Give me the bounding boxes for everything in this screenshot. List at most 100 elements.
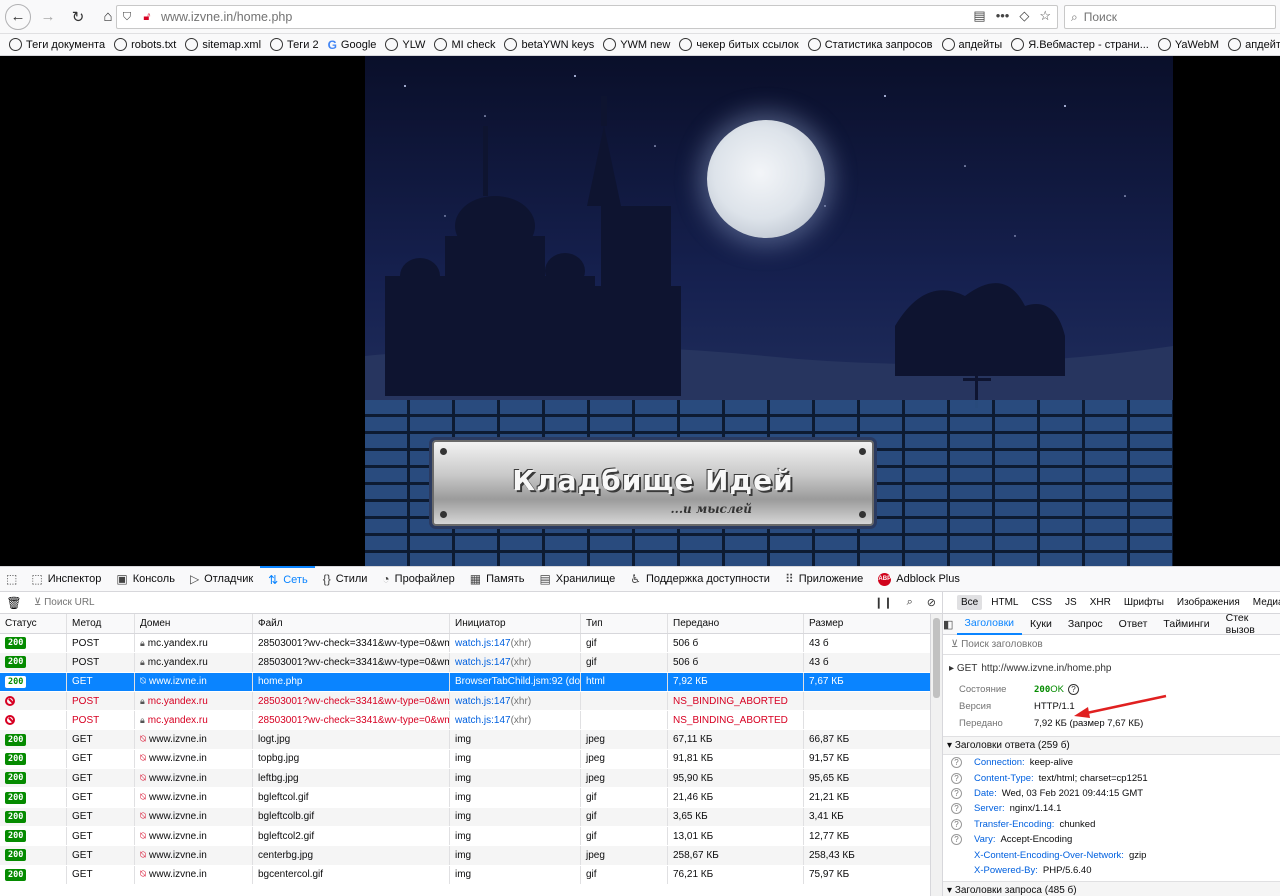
request-row[interactable]: POST 🔒︎ mc.yandex.ru 28503001?wv-check=3341… (0, 691, 930, 712)
type-filter-button[interactable]: Медиа (1249, 595, 1280, 610)
request-row[interactable]: 200 GET ⍉ www.izvne.in logt.jpg img jpeg 67,11 … (0, 730, 930, 750)
pocket-icon[interactable]: ◇ (1019, 8, 1029, 24)
bookmark-item[interactable]: чекер битых ссылок (679, 38, 799, 51)
details-tab[interactable]: Стек вызов (1218, 612, 1280, 636)
request-headers-section[interactable]: ▾ Заголовки запроса (485 б) (943, 881, 1280, 896)
initiator-link[interactable]: img (455, 869, 471, 880)
url-text[interactable]: www.izvne.in/home.php (161, 10, 292, 24)
request-row[interactable]: 200 GET ⍉ www.izvne.in bgleftcolb.gif img gif 3… (0, 807, 930, 827)
request-row[interactable]: 200 GET ⍉ www.izvne.in centerbg.jpg img jpeg 25… (0, 846, 930, 866)
type-filter-button[interactable]: JS (1061, 595, 1081, 610)
initiator-link[interactable]: img (455, 850, 471, 861)
initiator-link[interactable]: BrowserTabChild.jsm:92 (do... (455, 676, 580, 687)
insecure-lock-icon[interactable]: 🔓︎ (137, 11, 157, 24)
request-row[interactable]: 200 POST 🔒︎ mc.yandex.ru 28503001?wv-check=3… (0, 634, 930, 654)
column-header[interactable]: Передано (668, 614, 804, 633)
devtools-tab[interactable]: ▤ Хранилище (531, 566, 622, 592)
devtools-tab[interactable]: ▣ Консоль (108, 566, 182, 592)
bookmark-star-icon[interactable]: ☆ (1039, 8, 1051, 24)
header-filter-input[interactable]: ⊻ Поиск заголовков (943, 635, 1280, 655)
pause-icon[interactable]: ❙❙ (874, 596, 892, 609)
filter-url-input[interactable]: ⊻ Поиск URL (34, 597, 95, 608)
request-row[interactable]: 200 POST 🔒︎ mc.yandex.ru 28503001?wv-check=3… (0, 653, 930, 673)
bookmark-item[interactable]: Статистика запросов (807, 38, 933, 51)
help-icon[interactable]: ? (951, 818, 962, 830)
response-header-row[interactable]: ? Server: nginx/1.14.1 (943, 801, 1280, 816)
initiator-link[interactable]: img (455, 753, 471, 764)
toggle-panel-icon[interactable]: ◧ (943, 614, 957, 635)
column-header[interactable]: Домен (135, 614, 253, 633)
details-tab[interactable]: Заголовки (956, 614, 1023, 635)
request-line[interactable]: ▸ GET http://www.izvne.in/home.php (943, 655, 1280, 681)
bookmark-item[interactable]: MI check (434, 38, 495, 51)
bookmark-item[interactable]: sitemap.xml (185, 38, 261, 51)
devtools-tab[interactable]: {} Стили (315, 566, 375, 592)
request-row[interactable]: 200 GET ⍉ www.izvne.in topbg.jpg img jpeg 91,81… (0, 749, 930, 770)
initiator-link[interactable]: img (455, 811, 471, 822)
type-filter-button[interactable]: HTML (987, 595, 1022, 610)
bookmark-item[interactable]: YLW (385, 38, 425, 51)
column-header[interactable]: Тип (581, 614, 668, 633)
site-logo-plaque[interactable]: Кладбище Идей ...и мыслей (432, 440, 874, 526)
request-row[interactable]: 200 GET ⍉ www.izvne.in leftbg.jpg img jpeg 95,9… (0, 769, 930, 789)
details-tab[interactable]: Куки (1022, 614, 1060, 635)
bookmark-item[interactable]: апдейты 2 (1228, 38, 1280, 51)
devtools-tab[interactable]: ⇅ Сеть (260, 566, 315, 592)
devtools-tab[interactable]: ♿︎ Поддержка доступности (622, 566, 777, 592)
request-row[interactable]: 200 GET ⍉ www.izvne.in bgleftcol2.gif img gif 1… (0, 826, 930, 847)
block-icon[interactable]: ⊘ (927, 596, 936, 609)
request-table-scrollbar[interactable] (930, 614, 942, 896)
reload-button[interactable]: ↻ (65, 4, 91, 30)
response-header-row[interactable]: ? Connection: keep-alive (943, 755, 1280, 770)
response-header-row[interactable]: ? Vary: Accept-Encoding (943, 832, 1280, 847)
request-row[interactable]: POST 🔒︎ mc.yandex.ru 28503001?wv-check=3341… (0, 711, 930, 731)
bookmark-item[interactable]: robots.txt (114, 38, 176, 51)
devtools-tab[interactable]: ▦ Память (462, 566, 532, 592)
type-filter-button[interactable]: CSS (1027, 595, 1056, 610)
response-header-row[interactable]: X-Content-Encoding-Over-Network: gzip (943, 847, 1280, 862)
bookmark-item[interactable]: Теги 2 (270, 38, 319, 51)
trash-icon[interactable]: 🗑︎ (0, 596, 28, 610)
shield-icon[interactable]: ⛉ (117, 11, 137, 24)
bookmark-item[interactable]: YWM new (603, 38, 670, 51)
help-icon[interactable]: ? (951, 787, 962, 799)
initiator-link[interactable]: watch.js:147 (455, 715, 511, 726)
forward-button[interactable]: → (35, 4, 61, 30)
bookmark-item[interactable]: G Google (328, 38, 377, 52)
details-tab[interactable]: Ответ (1111, 614, 1156, 635)
initiator-link[interactable]: img (455, 831, 471, 842)
help-icon[interactable]: ? (951, 834, 962, 846)
request-row[interactable]: 200 GET ⍉ www.izvne.in home.php BrowserTabChi… (0, 672, 930, 692)
search-bar[interactable]: ⌕ Поиск (1064, 5, 1276, 29)
initiator-link[interactable]: watch.js:147 (455, 638, 511, 649)
request-row[interactable]: 200 GET ⍉ www.izvne.in bgleftcol.gif img gif 21… (0, 788, 930, 808)
devtools-tab[interactable]: ⬚ Инспектор (23, 566, 108, 592)
bookmark-item[interactable]: Я.Вебмастер - страни... (1011, 38, 1149, 51)
initiator-link[interactable]: img (455, 773, 471, 784)
type-filter-button[interactable]: Изображения (1173, 595, 1244, 610)
type-filter-button[interactable]: Все (957, 595, 983, 610)
back-button[interactable]: ← (5, 3, 31, 30)
column-header[interactable]: Метод (67, 614, 135, 633)
initiator-link[interactable]: img (455, 792, 471, 803)
help-icon[interactable]: ? (951, 772, 962, 784)
reader-view-icon[interactable]: ▤ (973, 8, 985, 24)
devtools-tab[interactable]: ABP Adblock Plus (870, 566, 967, 592)
scrollbar-thumb[interactable] (933, 618, 940, 698)
element-picker-button[interactable]: ⬚ (0, 566, 23, 592)
devtools-tab[interactable]: ▷ Отладчик (182, 566, 260, 592)
help-icon[interactable]: ? (951, 803, 962, 815)
initiator-link[interactable]: watch.js:147 (455, 696, 511, 707)
bookmark-item[interactable]: апдейты (941, 38, 1002, 51)
column-header[interactable]: Инициатор (450, 614, 581, 633)
page-actions-icon[interactable]: ••• (996, 8, 1010, 24)
initiator-link[interactable]: watch.js:147 (455, 657, 511, 668)
response-header-row[interactable]: ? Content-Type: text/html; charset=cp1251 (943, 770, 1280, 785)
response-header-row[interactable]: X-Powered-By: PHP/5.6.40 (943, 863, 1280, 878)
response-headers-section[interactable]: ▾ Заголовки ответа (259 б) (943, 736, 1280, 755)
response-header-row[interactable]: ? Transfer-Encoding: chunked (943, 817, 1280, 832)
request-row[interactable]: 200 GET ⍉ www.izvne.in bgcentercol.gif img gif… (0, 865, 930, 885)
type-filter-button[interactable]: XHR (1086, 595, 1115, 610)
column-header[interactable]: Файл (253, 614, 450, 633)
devtools-tab[interactable]: ◔ Профайлер (374, 566, 461, 592)
